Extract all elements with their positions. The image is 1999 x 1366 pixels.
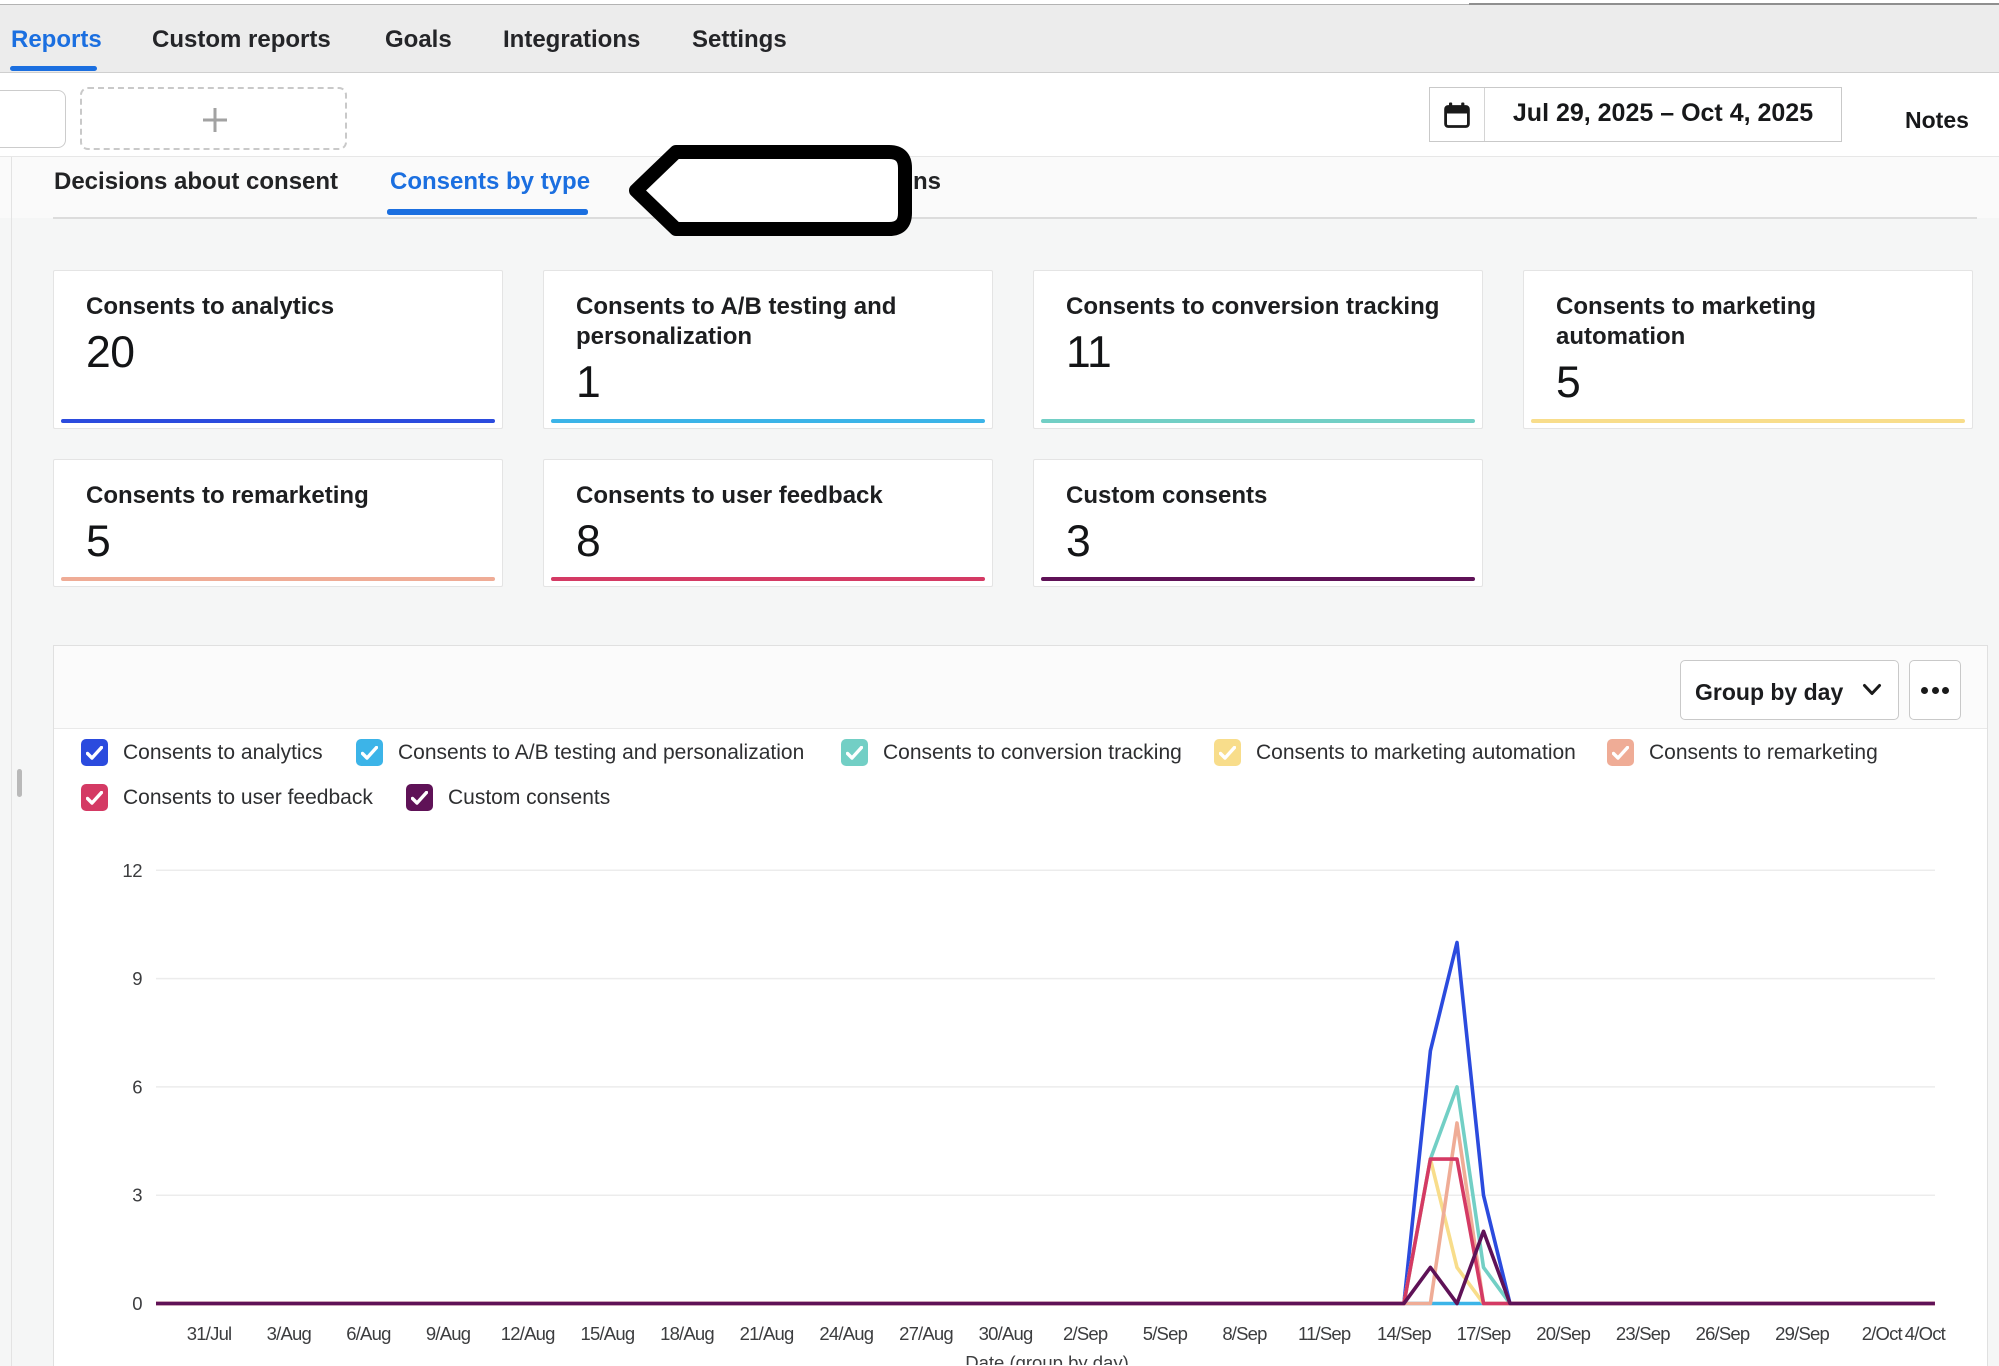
svg-text:9: 9: [132, 968, 142, 989]
svg-text:3/Aug: 3/Aug: [267, 1323, 312, 1344]
svg-text:17/Sep: 17/Sep: [1457, 1323, 1511, 1344]
svg-text:9/Aug: 9/Aug: [426, 1323, 471, 1344]
svg-text:26/Sep: 26/Sep: [1696, 1323, 1750, 1344]
svg-text:6/Aug: 6/Aug: [346, 1323, 391, 1344]
svg-text:6: 6: [132, 1076, 142, 1097]
svg-text:5/Sep: 5/Sep: [1143, 1323, 1188, 1344]
svg-text:27/Aug: 27/Aug: [899, 1323, 953, 1344]
svg-text:30/Aug: 30/Aug: [979, 1323, 1033, 1344]
svg-text:21/Aug: 21/Aug: [740, 1323, 794, 1344]
svg-text:18/Aug: 18/Aug: [660, 1323, 714, 1344]
svg-text:23/Sep: 23/Sep: [1616, 1323, 1670, 1344]
svg-text:29/Sep: 29/Sep: [1775, 1323, 1829, 1344]
svg-text:8/Sep: 8/Sep: [1222, 1323, 1267, 1344]
svg-text:24/Aug: 24/Aug: [819, 1323, 873, 1344]
svg-text:0: 0: [132, 1293, 142, 1314]
svg-text:2/Oct: 2/Oct: [1862, 1323, 1903, 1344]
svg-text:11/Sep: 11/Sep: [1298, 1323, 1351, 1344]
svg-text:12: 12: [122, 860, 142, 881]
svg-text:31/Jul: 31/Jul: [187, 1323, 232, 1344]
svg-text:2/Sep: 2/Sep: [1063, 1323, 1108, 1344]
svg-text:3: 3: [132, 1185, 142, 1206]
svg-text:4/Oct: 4/Oct: [1905, 1323, 1946, 1344]
svg-text:14/Sep: 14/Sep: [1377, 1323, 1431, 1344]
svg-text:20/Sep: 20/Sep: [1536, 1323, 1590, 1344]
svg-text:Date (group by day): Date (group by day): [965, 1352, 1129, 1365]
svg-text:12/Aug: 12/Aug: [501, 1323, 555, 1344]
svg-text:15/Aug: 15/Aug: [580, 1323, 634, 1344]
